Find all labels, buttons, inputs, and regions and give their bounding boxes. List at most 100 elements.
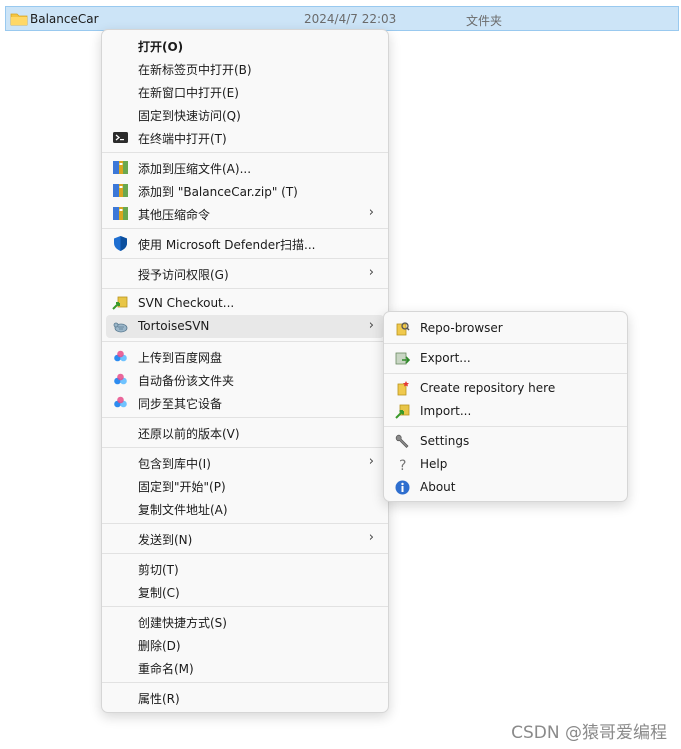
shield-icon <box>114 236 127 251</box>
menu-item-pin-start[interactable]: 固定到"开始"(P) <box>106 474 384 497</box>
menu-item-label: 打开(O) <box>138 40 184 54</box>
menu-item-restore-versions[interactable]: 还原以前的版本(V) <box>106 421 384 444</box>
file-name: BalanceCar <box>30 12 99 26</box>
chevron-right-icon: › <box>368 205 374 220</box>
create-repo-icon <box>397 381 409 396</box>
menu-item-label: 授予访问权限(G) <box>138 268 229 282</box>
menu-item-baidu-upload[interactable]: 上传到百度网盘 <box>106 345 384 368</box>
menu-item-label: TortoiseSVN <box>138 319 210 333</box>
menu-item-copy[interactable]: 复制(C) <box>106 580 384 603</box>
menu-item-label: 发送到(N) <box>138 533 193 547</box>
chevron-right-icon: › <box>368 265 374 280</box>
menu-item-label: 自动备份该文件夹 <box>138 374 235 388</box>
menu-separator <box>384 373 627 374</box>
menu-separator <box>102 258 388 259</box>
menu-item-copy-path[interactable]: 复制文件地址(A) <box>106 497 384 520</box>
submenu-item-export[interactable]: Export... <box>388 347 623 370</box>
info-icon <box>395 480 410 495</box>
menu-item-label: 添加到压缩文件(A)... <box>138 162 252 176</box>
submenu-item-help[interactable]: ? Help <box>388 453 623 476</box>
file-date: 2024/4/7 22:03 <box>304 12 397 26</box>
menu-item-label: 固定到"开始"(P) <box>138 480 226 494</box>
menu-separator <box>102 606 388 607</box>
menu-item-label: 创建快捷方式(S) <box>138 616 227 630</box>
submenu-item-repo-browser[interactable]: Repo-browser <box>388 317 623 340</box>
archive-icon <box>113 184 128 197</box>
submenu-item-label: Create repository here <box>420 381 556 395</box>
export-icon <box>395 352 411 365</box>
menu-item-label: 在新标签页中打开(B) <box>138 63 252 77</box>
submenu-item-create-repo[interactable]: Create repository here <box>388 377 623 400</box>
menu-item-grant-access[interactable]: 授予访问权限(G) › <box>106 262 384 285</box>
menu-item-label: 复制文件地址(A) <box>138 503 228 517</box>
repo-browser-icon <box>396 322 410 336</box>
menu-separator <box>102 682 388 683</box>
menu-item-send-to[interactable]: 发送到(N) › <box>106 527 384 550</box>
chevron-right-icon: › <box>368 318 374 333</box>
menu-item-label: 复制(C) <box>138 586 180 600</box>
menu-item-create-shortcut[interactable]: 创建快捷方式(S) <box>106 610 384 633</box>
menu-item-auto-backup[interactable]: 自动备份该文件夹 <box>106 368 384 391</box>
menu-item-rename[interactable]: 重命名(M) <box>106 656 384 679</box>
menu-separator <box>102 288 388 289</box>
menu-item-add-zip[interactable]: 添加到 "BalanceCar.zip" (T) <box>106 179 384 202</box>
tortoisesvn-icon <box>113 322 128 333</box>
menu-item-label: 还原以前的版本(V) <box>138 427 240 441</box>
menu-item-label: 固定到快速访问(Q) <box>138 109 241 123</box>
submenu-item-settings[interactable]: Settings <box>388 430 623 453</box>
submenu-item-label: Settings <box>420 434 470 448</box>
menu-item-open[interactable]: 打开(O) <box>106 34 384 57</box>
menu-item-pin-quick-access[interactable]: 固定到快速访问(Q) <box>106 103 384 126</box>
menu-item-label: 属性(R) <box>138 692 180 706</box>
menu-item-open-new-window[interactable]: 在新窗口中打开(E) <box>106 80 384 103</box>
baidu-netdisk-icon <box>114 373 127 385</box>
baidu-netdisk-icon <box>114 396 127 408</box>
file-row-selected[interactable]: BalanceCar 2024/4/7 22:03 文件夹 <box>5 6 679 31</box>
menu-item-svn-checkout[interactable]: SVN Checkout... <box>106 292 384 315</box>
menu-separator <box>384 426 627 427</box>
menu-item-more-archive[interactable]: 其他压缩命令 › <box>106 202 384 225</box>
submenu-item-import[interactable]: Import... <box>388 400 623 423</box>
menu-separator <box>102 447 388 448</box>
menu-item-defender-scan[interactable]: 使用 Microsoft Defender扫描... <box>106 232 384 255</box>
submenu-item-label: Help <box>420 457 448 471</box>
explorer-window: BalanceCar 2024/4/7 22:03 文件夹 打开(O) 在新标签… <box>0 0 681 749</box>
menu-separator <box>102 228 388 229</box>
tortoisesvn-submenu: Repo-browser Export... Create repository… <box>383 311 628 502</box>
menu-item-include-library[interactable]: 包含到库中(I) › <box>106 451 384 474</box>
menu-item-label: 其他压缩命令 <box>138 208 211 222</box>
menu-separator <box>102 152 388 153</box>
menu-separator <box>102 417 388 418</box>
submenu-item-label: About <box>420 480 456 494</box>
menu-item-delete[interactable]: 删除(D) <box>106 633 384 656</box>
menu-item-label: 在新窗口中打开(E) <box>138 86 239 100</box>
menu-item-open-terminal[interactable]: 在终端中打开(T) <box>106 126 384 149</box>
submenu-item-label: Repo-browser <box>420 321 503 335</box>
menu-item-open-new-tab[interactable]: 在新标签页中打开(B) <box>106 57 384 80</box>
submenu-item-label: Export... <box>420 351 471 365</box>
chevron-right-icon: › <box>368 454 374 469</box>
menu-item-label: 重命名(M) <box>138 662 194 676</box>
menu-separator <box>102 341 388 342</box>
folder-icon <box>10 13 28 26</box>
svg-text:?: ? <box>399 458 406 473</box>
import-icon <box>395 404 410 419</box>
menu-item-cut[interactable]: 剪切(T) <box>106 557 384 580</box>
submenu-item-about[interactable]: About <box>388 476 623 499</box>
menu-item-sync-devices[interactable]: 同步至其它设备 <box>106 391 384 414</box>
settings-wrench-icon <box>395 434 409 448</box>
file-type: 文件夹 <box>466 14 503 28</box>
menu-item-label: 剪切(T) <box>138 563 179 577</box>
menu-item-tortoisesvn[interactable]: TortoiseSVN › <box>106 315 384 338</box>
menu-item-label: 上传到百度网盘 <box>138 351 223 365</box>
archive-icon <box>113 207 128 220</box>
menu-item-label: SVN Checkout... <box>138 296 235 310</box>
chevron-right-icon: › <box>368 530 374 545</box>
watermark: CSDN @猿哥爱编程 <box>511 723 667 743</box>
menu-item-properties[interactable]: 属性(R) <box>106 686 384 709</box>
context-menu: 打开(O) 在新标签页中打开(B) 在新窗口中打开(E) 固定到快速访问(Q) … <box>101 29 389 713</box>
terminal-icon <box>113 132 128 143</box>
menu-item-add-archive[interactable]: 添加到压缩文件(A)... <box>106 156 384 179</box>
submenu-item-label: Import... <box>420 404 472 418</box>
menu-separator <box>384 343 627 344</box>
